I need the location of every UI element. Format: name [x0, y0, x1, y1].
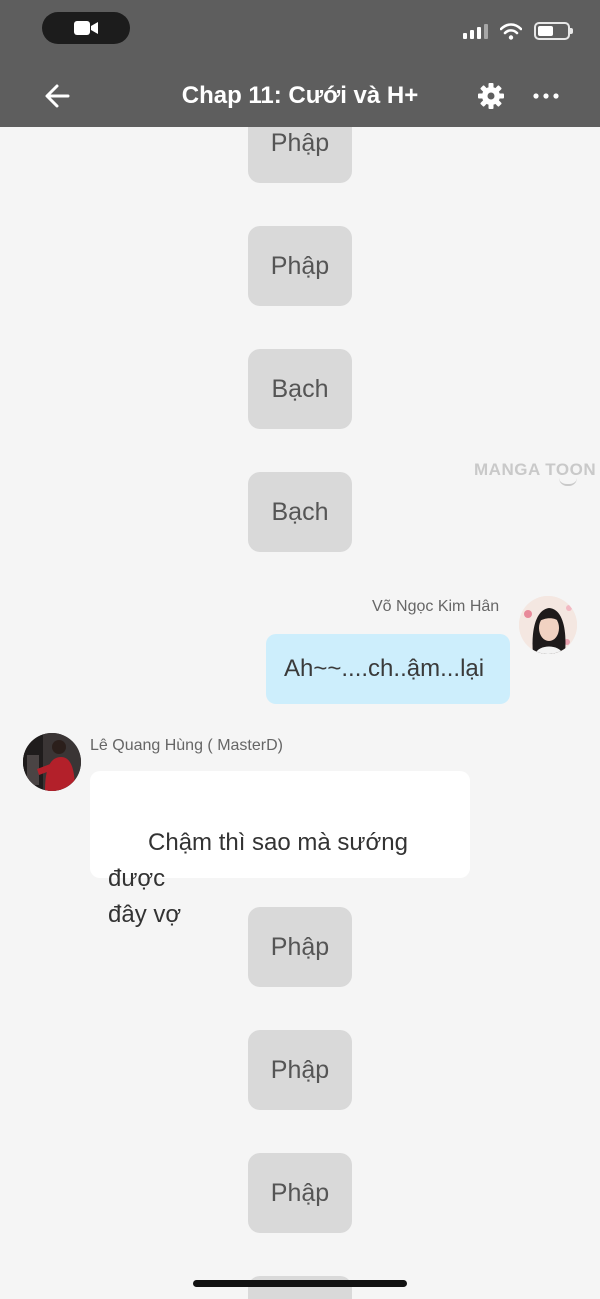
sfx-bubble: Phập: [248, 226, 352, 306]
avatar-girl-image: [519, 596, 577, 654]
message-bubble-left[interactable]: Chậm thì sao mà sướng được đây vợ: [90, 771, 470, 928]
top-bar: Chap 11: Cưới và H+: [0, 0, 600, 127]
gear-icon: [478, 83, 504, 109]
watermark-smile-icon: [559, 478, 577, 486]
sfx-bubble: Bạch: [248, 472, 352, 552]
sfx-text: Phập: [270, 251, 330, 280]
sfx-text: Phập: [270, 932, 330, 961]
message-text-right: Ah~~....ch..ậm...lại: [284, 655, 485, 682]
recording-pill[interactable]: [42, 12, 130, 44]
cellular-signal-icon: [463, 23, 488, 39]
chat-content[interactable]: Phập Phập Bạch Bạch MANGA TOON Võ Ngọc K…: [0, 0, 600, 1299]
chat-reader-screen: Phập Phập Bạch Bạch MANGA TOON Võ Ngọc K…: [0, 0, 600, 1299]
message-bubble-right[interactable]: Ah~~....ch..ậm...lại: [266, 634, 510, 704]
sfx-bubble: Bạch: [248, 349, 352, 429]
avatar-quang-hung[interactable]: [23, 733, 81, 791]
sfx-text: Phập: [270, 1178, 330, 1207]
battery-level: [538, 26, 554, 36]
wifi-icon: [500, 22, 522, 40]
sfx-bubble: Phập: [248, 1030, 352, 1110]
sfx-text: Bạch: [271, 374, 329, 403]
avatar-boy-image: [23, 733, 81, 791]
sender-name-left: Lê Quang Hùng ( MasterD): [90, 737, 283, 754]
avatar-kim-han[interactable]: [519, 596, 577, 654]
mangatoon-watermark: MANGA TOON: [474, 460, 597, 486]
sfx-text: Bạch: [271, 497, 329, 526]
sender-name-right: Võ Ngọc Kim Hân: [372, 598, 500, 615]
more-button[interactable]: [530, 82, 562, 110]
settings-button[interactable]: [476, 81, 506, 111]
sfx-bubble: Phập: [248, 1153, 352, 1233]
home-indicator[interactable]: [193, 1280, 407, 1287]
nav-bar: Chap 11: Cưới và H+: [0, 70, 600, 122]
battery-icon: [534, 22, 573, 40]
chapter-title: Chap 11: Cưới và H+: [181, 82, 419, 109]
watermark-text: MANGA TOON: [474, 460, 597, 479]
sfx-text: Phập: [270, 1055, 330, 1084]
sfx-text: Phập: [270, 128, 330, 157]
more-horizontal-icon: [533, 93, 559, 99]
status-icons: [463, 22, 573, 40]
video-camera-icon: [74, 21, 98, 35]
sfx-bubble: Phập: [248, 907, 352, 987]
